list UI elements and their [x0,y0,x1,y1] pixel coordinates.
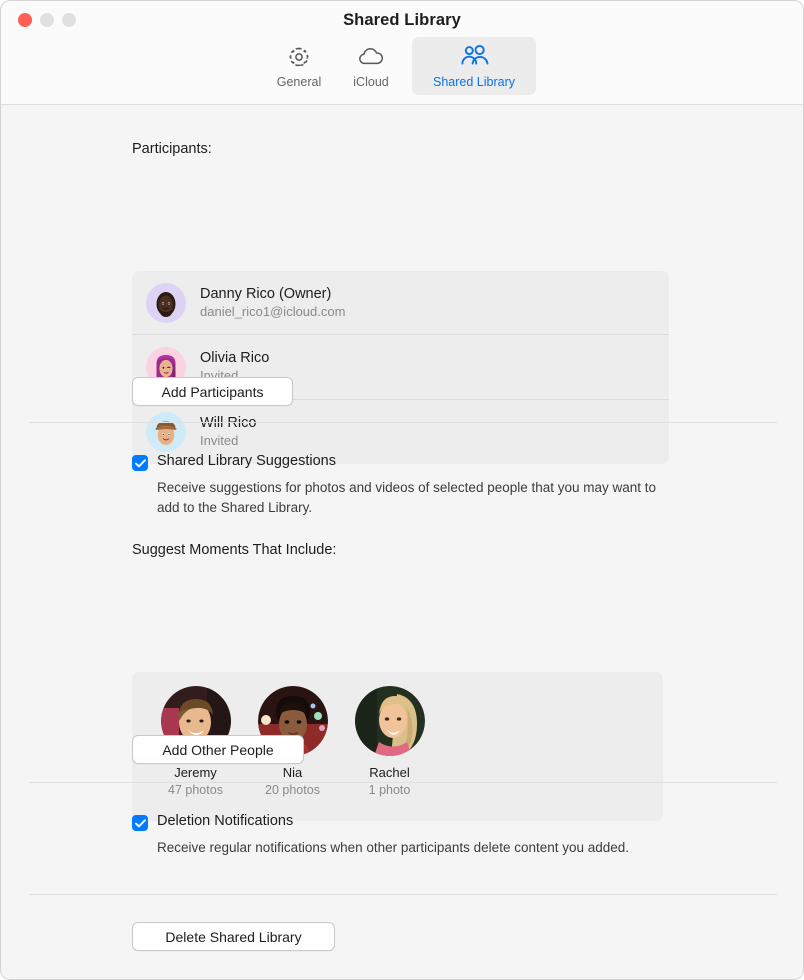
suggest-moments-label: Suggest Moments That Include: [132,542,337,558]
participants-label: Participants: [132,141,212,157]
tab-icloud-label: iCloud [353,75,389,89]
window-title: Shared Library [343,11,461,29]
toolbar-tabs: General iCloud Shared Library [1,37,803,95]
preferences-window: Shared Library General iCloud Shared Lib… [0,0,804,980]
preferences-content: Participants: Danny Rico (Owner) daniel_… [1,105,803,979]
participant-subtitle: Invited [200,433,239,449]
checkbox-checked-icon[interactable] [132,455,148,471]
window-titlebar: Shared Library General iCloud Shared Lib… [1,1,803,105]
person-photo-count: 47 photos [168,783,223,797]
shared-library-suggestions-label: Shared Library Suggestions [157,453,336,469]
person-photo-count: 20 photos [265,783,320,797]
deletion-notifications-label: Deletion Notifications [157,813,294,829]
checkbox-checked-icon[interactable] [132,815,148,831]
avatar [146,411,186,452]
participants-list: Danny Rico (Owner) daniel_rico1@icloud.c… [132,271,669,464]
avatar [146,282,186,323]
participant-name: Danny Rico (Owner) [200,286,332,303]
person-name: Rachel [369,765,410,780]
suggested-person[interactable]: Rachel 1 photo [352,686,427,797]
tab-general[interactable]: General [268,37,330,95]
tab-shared-library[interactable]: Shared Library [412,37,536,95]
divider [29,422,777,423]
participant-text: Danny Rico (Owner) daniel_rico1@icloud.c… [200,286,345,319]
add-participants-button[interactable]: Add Participants [132,377,293,406]
tab-shared-library-label: Shared Library [433,75,515,89]
add-other-people-button[interactable]: Add Other People [132,735,304,764]
deletion-notifications-description: Receive regular notifications when other… [157,840,630,855]
tab-general-label: General [276,75,322,89]
person-name: Nia [282,765,303,780]
gear-icon [286,42,312,72]
person-photo-count: 1 photo [368,783,411,797]
cloud-icon [356,42,386,72]
divider [29,782,777,783]
divider [29,894,777,895]
participant-subtitle: daniel_rico1@icloud.com [200,304,346,320]
participant-name: Olivia Rico [200,350,270,367]
delete-shared-library-button[interactable]: Delete Shared Library [132,922,335,951]
participant-name: Will Rico [200,415,257,432]
tab-icloud[interactable]: iCloud [340,37,402,95]
participant-text: Will Rico Invited [200,415,256,448]
participant-row[interactable]: Danny Rico (Owner) daniel_rico1@icloud.c… [132,271,669,336]
deletion-notifications-row[interactable]: Deletion Notifications [132,813,293,831]
person-name: Jeremy [174,765,217,780]
person-photo [354,686,425,756]
shared-library-suggestions-description: Receive suggestions for photos and video… [157,480,657,515]
people-icon [457,42,491,72]
shared-library-suggestions-row[interactable]: Shared Library Suggestions [132,453,336,471]
